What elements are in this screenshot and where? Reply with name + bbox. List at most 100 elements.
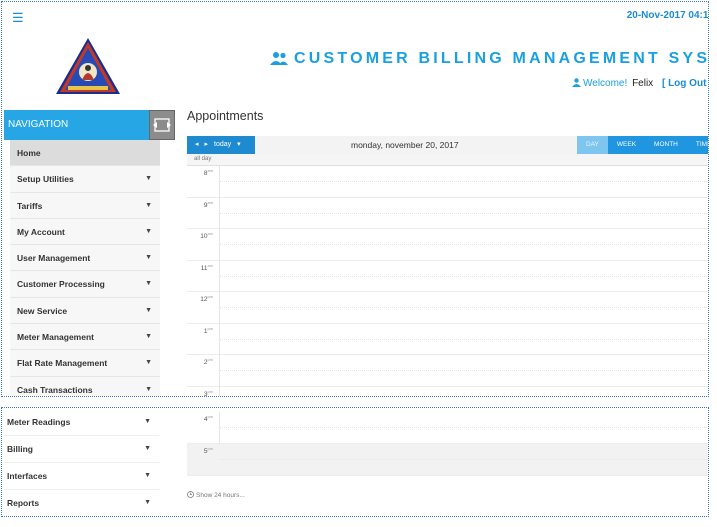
chevron-down-icon: ▼: [145, 254, 152, 262]
hour-ampm: pm: [207, 414, 213, 419]
hour-row[interactable]: 11am: [187, 261, 708, 292]
hour-ampm: pm: [207, 325, 213, 331]
hour-row[interactable]: 2pm: [187, 355, 708, 387]
sidebar-item-label: My Account: [17, 226, 65, 237]
hour-label: 2pm: [187, 357, 213, 366]
nav-toggle-button[interactable]: [149, 110, 175, 140]
time-grid-continued[interactable]: 4pm 5pm: [187, 412, 708, 476]
sidebar-item-tariffs[interactable]: Tariffs ▼: [10, 192, 160, 219]
calendar: ◂ ▸ today ▾ monday, november 20, 2017 da…: [187, 136, 708, 397]
sidebar-item-reports[interactable]: Reports ▼: [4, 490, 159, 516]
navigation-header: NAVIGATION: [4, 110, 150, 140]
prev-day-button[interactable]: ◂: [195, 136, 199, 154]
sidebar-item-label: New Service: [17, 305, 68, 316]
sidebar-item-customer-processing[interactable]: Customer Processing ▼: [10, 271, 160, 298]
chevron-down-icon: ▼: [145, 175, 152, 183]
show-24-hours-link[interactable]: Show 24 hours...: [187, 491, 245, 499]
sidebar-item-label: Reports: [7, 498, 40, 508]
calendar-nav-group: ◂ ▸ today ▾: [187, 136, 255, 154]
sidebar-item-meter-readings[interactable]: Meter Readings ▼: [4, 409, 159, 436]
expand-icon: [153, 118, 171, 132]
chevron-down-icon: ▼: [145, 201, 152, 209]
hamburger-icon[interactable]: ☰: [12, 10, 24, 26]
sidebar-item-billing[interactable]: Billing ▼: [4, 436, 159, 463]
sidebar-item-meter-management[interactable]: Meter Management ▼: [10, 324, 160, 351]
view-timeline-button[interactable]: timeline: [687, 136, 708, 154]
show-24-hours-label: Show 24 hours...: [196, 492, 245, 499]
sidebar-item-label: Setup Utilities: [17, 174, 74, 185]
view-day-button[interactable]: day: [577, 136, 608, 154]
sidebar-item-interfaces[interactable]: Interfaces ▼: [4, 463, 159, 490]
sidebar-nav-continued: Meter Readings ▼ Billing ▼ Interfaces ▼ …: [4, 409, 159, 516]
hour-row[interactable]: 3pm: [187, 387, 708, 397]
sidebar-item-label: Flat Rate Management: [17, 358, 108, 369]
hour-label: 8am: [187, 168, 213, 177]
hour-label: 5pm: [187, 446, 213, 455]
sidebar-item-user-management[interactable]: User Management ▼: [10, 245, 160, 272]
hour-ampm: am: [207, 199, 213, 205]
chevron-down-icon: ▼: [145, 333, 152, 341]
clock-icon: [187, 491, 194, 498]
hour-label: 3pm: [187, 388, 213, 397]
today-button[interactable]: today: [214, 136, 231, 154]
hour-ampm: pm: [207, 388, 213, 394]
appointments-title: Appointments: [187, 109, 264, 123]
app-title-text: CUSTOMER BILLING MANAGEMENT SYSTEM: [294, 50, 709, 67]
chevron-down-icon: ▼: [145, 280, 152, 288]
hour-row[interactable]: 1pm: [187, 324, 708, 355]
sidebar-item-label: Meter Readings: [7, 417, 71, 427]
hour-row[interactable]: 8am: [187, 166, 708, 198]
chevron-down-icon: ▼: [144, 472, 151, 479]
main-panel: ☰ 20-Nov-2017 04:14 CUSTOMER BILLING MAN…: [1, 1, 709, 397]
sidebar-item-flat-rate-management[interactable]: Flat Rate Management ▼: [10, 350, 160, 377]
hour-row[interactable]: 12pm: [187, 292, 708, 324]
sidebar-item-setup-utilities[interactable]: Setup Utilities ▼: [10, 166, 160, 193]
welcome-bar: Welcome! Felix [ Log Out ]: [572, 78, 708, 89]
sidebar-item-label: Cash Transactions: [17, 384, 93, 395]
time-grid[interactable]: 8am 9am 10am 11am 12pm 1pm 2pm 3pm: [187, 166, 708, 397]
view-week-button[interactable]: week: [608, 136, 645, 154]
user-icon: [572, 78, 581, 87]
current-datetime: 20-Nov-2017 04:14: [626, 10, 709, 21]
chevron-down-icon: ▼: [145, 385, 152, 393]
hour-ampm: am: [207, 262, 213, 268]
sidebar-item-my-account[interactable]: My Account ▼: [10, 218, 160, 246]
hour-row[interactable]: 5pm: [187, 444, 708, 476]
username: Felix: [632, 78, 654, 89]
calendar-view-switcher: day week month timeline: [577, 136, 708, 154]
scrolled-panel: Meter Readings ▼ Billing ▼ Interfaces ▼ …: [1, 407, 709, 517]
welcome-label: Welcome!: [583, 78, 628, 89]
hour-label: 9am: [187, 200, 213, 209]
sidebar-nav: Home Setup Utilities ▼ Tariffs ▼ My Acco…: [10, 140, 160, 396]
chevron-down-icon: ▼: [145, 227, 152, 235]
hour-label: 1pm: [187, 326, 213, 335]
sidebar-item-label: Meter Management: [17, 332, 94, 343]
next-day-button[interactable]: ▸: [205, 136, 209, 154]
sidebar-item-label: Home: [17, 148, 41, 158]
hour-row[interactable]: 4pm: [187, 412, 708, 444]
chevron-down-icon: ▼: [144, 445, 151, 452]
sidebar-item-cash-transactions[interactable]: Cash Transactions ▼: [10, 376, 160, 396]
calendar-continued: 4pm 5pm: [187, 412, 708, 476]
hour-row[interactable]: 10am: [187, 229, 708, 261]
sidebar-item-label: Tariffs: [17, 200, 43, 211]
chevron-down-icon: ▼: [144, 499, 151, 506]
sidebar-item-label: Billing: [7, 444, 33, 454]
hour-ampm: pm: [207, 294, 213, 299]
chevron-down-icon: ▼: [144, 418, 151, 425]
view-month-button[interactable]: month: [645, 136, 687, 154]
app-title: CUSTOMER BILLING MANAGEMENT SYSTEM: [270, 50, 709, 68]
all-day-row[interactable]: all day: [187, 154, 708, 166]
users-icon: [270, 52, 288, 65]
calendar-date-bar: monday, november 20, 2017: [255, 136, 577, 154]
logout-link[interactable]: [ Log Out ]: [662, 78, 708, 89]
sidebar-item-label: User Management: [17, 253, 91, 264]
hour-ampm: pm: [207, 357, 213, 362]
today-dropdown-icon[interactable]: ▾: [237, 136, 241, 154]
hour-ampm: am: [207, 231, 213, 236]
hour-row[interactable]: 9am: [187, 198, 708, 229]
hour-ampm: am: [207, 168, 213, 173]
sidebar-item-label: Customer Processing: [17, 279, 105, 290]
sidebar-item-home[interactable]: Home: [10, 140, 160, 167]
sidebar-item-new-service[interactable]: New Service ▼: [10, 297, 160, 325]
